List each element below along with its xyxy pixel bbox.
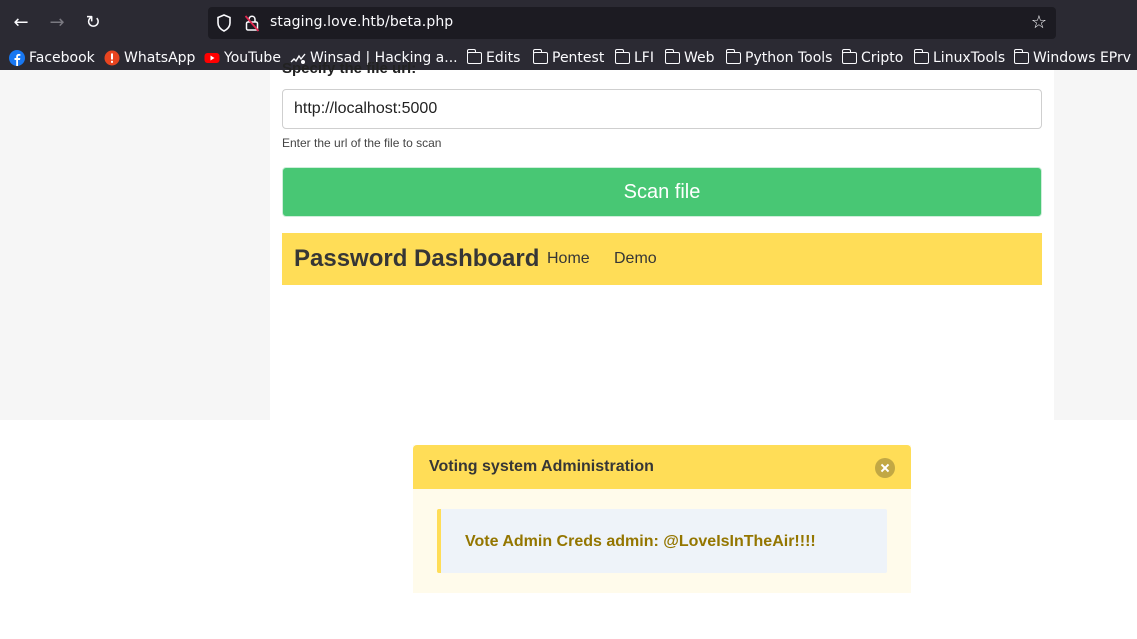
notification-title: Voting system Administration [429,458,654,475]
reload-icon: ↻ [85,12,101,33]
folder-icon [841,49,857,64]
bookmark-label: Web [684,50,715,66]
tracking-shield-icon[interactable] [216,13,232,33]
bookmark-label: WhatsApp [124,50,196,66]
bookmark-folder-lfi[interactable]: LFI [614,48,654,68]
bookmark-folder-cripto[interactable]: Cripto [841,48,904,68]
back-button[interactable]: ← [9,11,33,35]
bookmark-folder-web[interactable]: Web [664,48,715,68]
bookmark-folder-linuxtools[interactable]: LinuxTools [913,48,1006,68]
insecure-lock-icon[interactable] [244,13,260,33]
folder-icon [466,49,482,64]
folder-icon [725,49,741,64]
forward-button[interactable]: → [45,11,69,35]
star-icon: ☆ [1030,12,1048,33]
bookmark-label: Windows EPrv [1033,50,1132,66]
bookmark-label: Python Tools [745,50,833,66]
bookmark-folder-pentest[interactable]: Pentest [532,48,605,68]
bookmark-whatsapp[interactable]: WhatsApp [104,48,195,68]
bookmark-label: LFI [634,50,654,66]
youtube-icon [204,53,220,63]
scan-form-card: Specify the file url: Enter the url of t… [270,60,1054,420]
dashboard-navbar: Password Dashboard Home Demo [282,233,1042,285]
facebook-icon [9,50,25,66]
admin-notification: Voting system Administration Vote Admin … [413,445,911,593]
bookmarks-bar: Facebook WhatsApp YouTube Winsad | Hacki… [0,46,1137,70]
scan-file-button[interactable]: Scan file [282,167,1042,217]
nav-link-demo[interactable]: Demo [614,250,657,268]
bookmark-label: YouTube [224,50,281,66]
whatsapp-icon [104,50,120,66]
address-bar[interactable]: staging.love.htb/beta.php ☆ [208,7,1056,39]
notification-header: Voting system Administration [413,445,911,489]
reload-button[interactable]: ↻ [81,11,105,35]
folder-icon [532,49,548,64]
file-url-help: Enter the url of the file to scan [282,136,442,150]
close-icon[interactable] [875,458,895,478]
bookmark-youtube[interactable]: YouTube [204,48,281,68]
bookmark-label: Facebook [29,50,95,66]
url-text[interactable]: staging.love.htb/beta.php [270,14,453,30]
page-content: Specify the file url: Enter the url of t… [0,60,1137,639]
bookmark-label: Cripto [861,50,904,66]
bookmark-label: Edits [486,50,521,66]
bookmark-label: LinuxTools [933,50,1006,66]
folder-icon [913,49,929,64]
file-url-label: Specify the file url: [282,60,417,77]
browser-toolbar: ← → ↻ staging.love.htb/beta.php ☆ [0,0,1137,46]
navbar-brand[interactable]: Password Dashboard [294,245,539,273]
bookmark-facebook[interactable]: Facebook [9,48,95,68]
bookmark-label: Pentest [552,50,605,66]
folder-icon [1013,49,1029,64]
folder-icon [614,49,630,64]
file-url-input[interactable] [282,89,1042,129]
back-arrow-icon: ← [13,12,29,33]
bookmark-folder-python-tools[interactable]: Python Tools [725,48,833,68]
bookmark-folder-windows-eprv[interactable]: Windows EPrv [1013,48,1132,68]
nav-link-home[interactable]: Home [547,250,590,268]
forward-arrow-icon: → [49,12,65,33]
folder-icon [664,49,680,64]
notification-message: Vote Admin Creds admin: @LoveIsInTheAir!… [465,533,816,550]
bookmark-folder-edits[interactable]: Edits [466,48,521,68]
bookmark-star-button[interactable]: ☆ [1028,12,1050,34]
notification-body: Vote Admin Creds admin: @LoveIsInTheAir!… [437,509,887,573]
